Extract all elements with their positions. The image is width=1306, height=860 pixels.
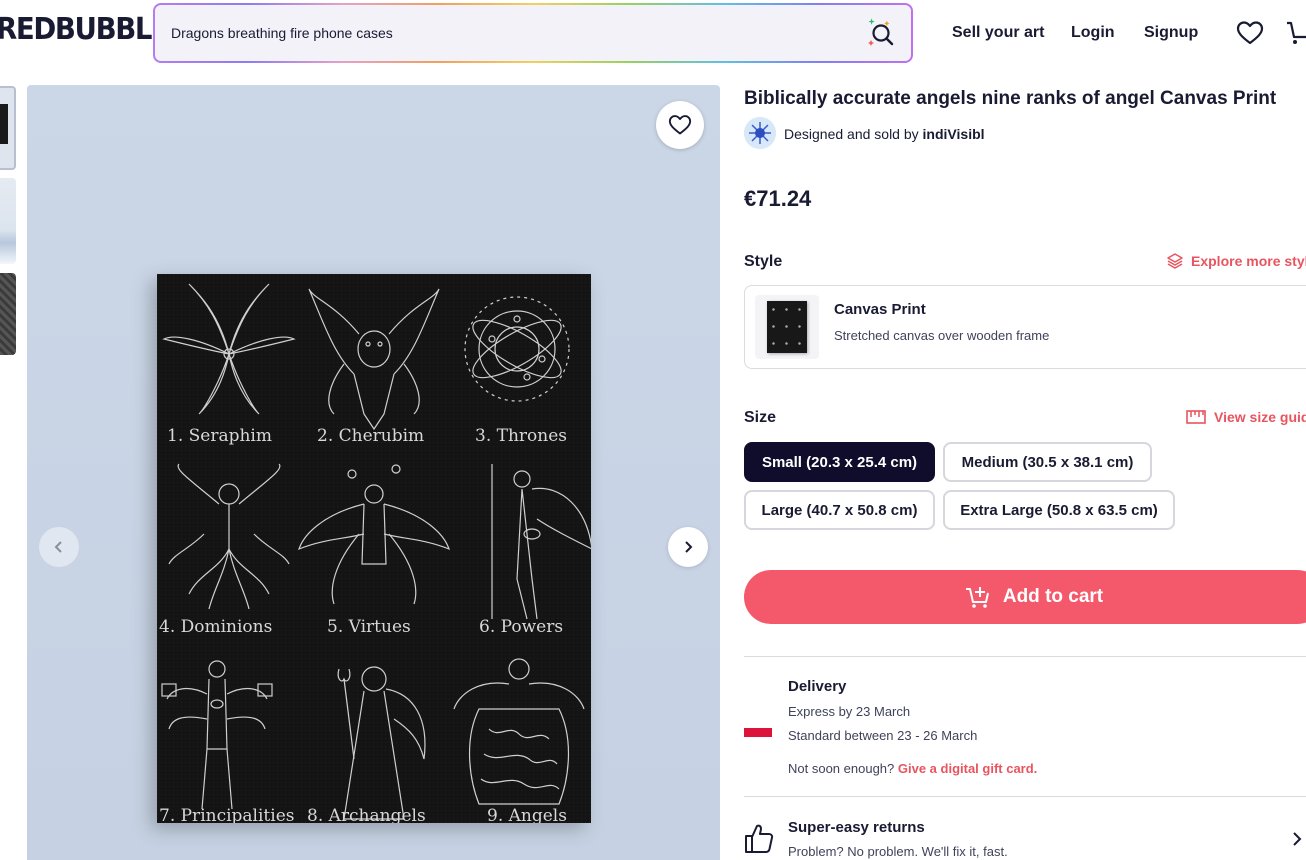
gallery-thumbnail-1[interactable]	[0, 86, 16, 170]
add-to-favorites-button[interactable]	[656, 101, 704, 149]
view-size-guide-label: View size guide	[1214, 409, 1306, 425]
designer-credit: Designed and sold by indiVisibl	[784, 126, 985, 142]
rank-label: 8. Archangels	[307, 806, 426, 823]
favorites-heart-icon[interactable]	[1236, 20, 1264, 46]
add-to-cart-button[interactable]: Add to cart	[744, 570, 1306, 624]
product-price: €71.24	[744, 186, 812, 211]
flag-red	[744, 728, 772, 737]
add-to-cart-label: Add to cart	[1002, 586, 1104, 607]
divider	[744, 796, 1306, 797]
designer-prefix: Designed and sold by	[784, 126, 923, 142]
returns-subtitle: Problem? No problem. We'll fix it, fast.	[788, 844, 1008, 859]
search-input[interactable]	[171, 5, 851, 61]
redbubble-logo[interactable]: REDBUBBLE	[0, 12, 170, 47]
explore-more-styles-link[interactable]: Explore more styles	[1167, 253, 1306, 269]
explore-more-styles-label: Explore more styles	[1191, 253, 1306, 269]
size-label: Size	[744, 409, 777, 426]
rank-label: 7. Principalities	[159, 806, 295, 823]
search-inner	[155, 5, 911, 61]
previous-image-button[interactable]	[39, 527, 79, 567]
style-name: Canvas Print	[834, 301, 926, 318]
rank-label: 3. Thrones	[475, 426, 568, 446]
rank-label: 5. Virtues	[327, 617, 411, 637]
product-main-image: 1. Seraphim 2. Cherubim 3. Thrones 4. Do…	[27, 85, 720, 860]
rank-label: 9. Angels	[487, 806, 567, 823]
selected-style-card[interactable]: Canvas Print Stretched canvas over woode…	[744, 285, 1306, 369]
search-bar	[153, 3, 913, 63]
style-description: Stretched canvas over wooden frame	[834, 328, 1050, 343]
gallery-thumbnail-3[interactable]	[0, 273, 16, 355]
canvas-print-artwork: 1. Seraphim 2. Cherubim 3. Thrones 4. Do…	[157, 274, 591, 823]
returns-title: Super-easy returns	[788, 819, 925, 836]
mini-canvas-image	[767, 301, 807, 353]
signup-link[interactable]: Signup	[1144, 24, 1198, 42]
size-option-small[interactable]: Small (20.3 x 25.4 cm)	[744, 442, 935, 482]
size-option-large[interactable]: Large (40.7 x 50.8 cm)	[744, 490, 935, 530]
site-header: REDBUBBLE Sell your art Login Signup	[0, 0, 1306, 68]
starburst-icon	[744, 117, 776, 149]
gallery-thumbnail-2[interactable]	[0, 178, 16, 264]
style-label: Style	[744, 253, 783, 270]
angel-illustrations	[157, 274, 591, 823]
view-size-guide-link[interactable]: View size guide	[1186, 409, 1306, 425]
rank-label: 4. Dominions	[159, 617, 273, 637]
layers-icon	[1167, 253, 1183, 269]
next-image-button[interactable]	[668, 527, 708, 567]
divider	[744, 656, 1306, 657]
chevron-left-icon	[54, 541, 62, 553]
style-thumbnail	[755, 295, 819, 359]
add-cart-icon	[965, 587, 989, 608]
standard-delivery: Standard between 23 - 26 March	[788, 728, 978, 743]
thumbs-up-icon	[745, 824, 774, 853]
rank-label: 1. Seraphim	[167, 426, 272, 446]
ruler-icon	[1186, 410, 1206, 424]
chevron-right-icon[interactable]	[1290, 830, 1304, 848]
gift-card-note: Not soon enough? Give a digital gift car…	[788, 761, 1037, 776]
gift-card-link[interactable]: Give a digital gift card.	[898, 761, 1037, 776]
poland-flag-icon	[744, 719, 772, 737]
cart-icon[interactable]	[1286, 20, 1306, 46]
chevron-right-icon	[685, 541, 693, 553]
delivery-title: Delivery	[788, 678, 847, 695]
sell-your-art-link[interactable]: Sell your art	[952, 24, 1044, 42]
login-link[interactable]: Login	[1071, 24, 1115, 42]
thumbnail-art	[0, 104, 8, 144]
ai-search-icon[interactable]	[867, 18, 897, 48]
product-title: Biblically accurate angels nine ranks of…	[744, 88, 1277, 109]
designer-avatar[interactable]	[744, 117, 776, 149]
heart-icon	[668, 115, 692, 135]
size-option-extra-large[interactable]: Extra Large (50.8 x 63.5 cm)	[943, 490, 1175, 530]
rank-label: 6. Powers	[479, 617, 564, 637]
express-delivery: Express by 23 March	[788, 704, 911, 719]
rank-label: 2. Cherubim	[317, 426, 425, 446]
gift-card-prefix: Not soon enough?	[788, 761, 898, 776]
size-option-medium[interactable]: Medium (30.5 x 38.1 cm)	[943, 442, 1152, 482]
designer-name-link[interactable]: indiVisibl	[923, 126, 985, 142]
flag-white	[744, 719, 772, 728]
